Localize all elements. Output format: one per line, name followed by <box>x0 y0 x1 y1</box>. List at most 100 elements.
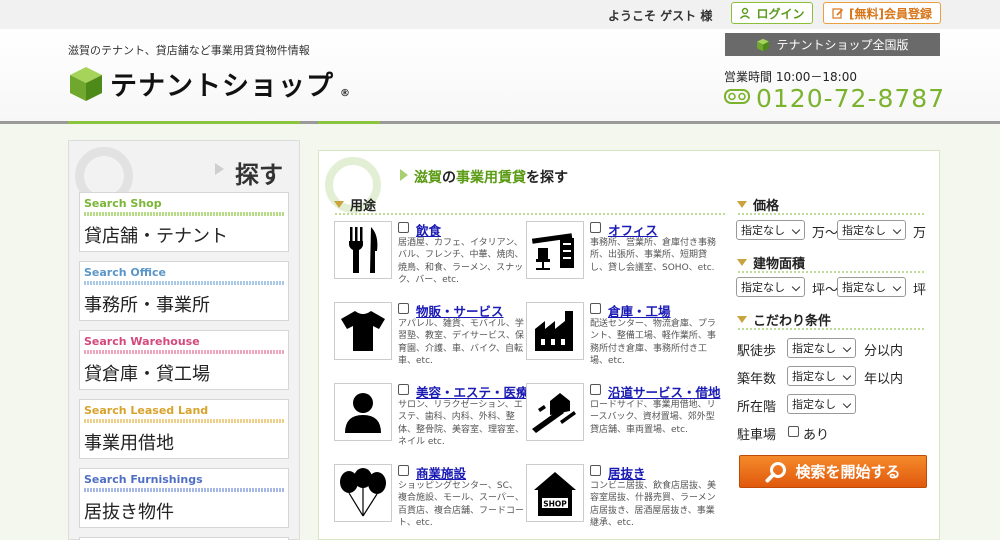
parking-checkbox[interactable] <box>788 426 799 437</box>
search-button-label: 検索を開始する <box>795 463 901 481</box>
category-en: Search Warehouse <box>84 335 200 348</box>
use-checkbox[interactable] <box>590 384 601 395</box>
national-site-button[interactable]: テナントショップ全国版 <box>725 33 940 56</box>
use-option-retail[interactable]: 物販・サービス アパレル、雑貨、モバイル、学習塾、教室、デイサービス、保育園、介… <box>334 302 524 376</box>
category-warehouse[interactable]: Search Warehouse 貸倉庫・貸工場 <box>79 330 289 390</box>
use-checkbox[interactable] <box>398 465 409 476</box>
floor-label: 所在階 <box>737 400 777 415</box>
cube-logo-icon <box>70 66 102 101</box>
business-hours: 営業時間 10:00－18:00 <box>724 70 857 84</box>
category-ja: 事業用借地 <box>84 433 174 454</box>
national-site-label: テナントショップ全国版 <box>776 38 909 52</box>
tshirt-icon <box>334 302 392 360</box>
category-furnishings[interactable]: Search Furnishings 居抜き物件 <box>79 468 289 528</box>
use-option-roadside[interactable]: 沿道サービス・借地 ロードサイド、事業用借地、リースバック、資材置場、郊外型貸店… <box>526 383 721 457</box>
use-option-commercial[interactable]: 商業施設 ショッピングセンター、SC、複合施設、モール、スーパー、百貨店、複合店… <box>334 464 524 538</box>
category-stripe <box>84 419 284 423</box>
phone-text: 0120-72-8787 <box>756 84 946 113</box>
age-label: 築年数 <box>737 372 777 387</box>
floor-select[interactable]: 指定なし <box>787 394 856 414</box>
login-label: ログイン <box>756 6 805 21</box>
phone-number[interactable]: 0120-72-8787 <box>724 84 945 113</box>
use-option-furnished[interactable]: SHOP 居抜き コンビニ居抜、飲食店居抜、美容室居抜、什器売買、ラーメン店居抜… <box>526 464 716 538</box>
chevron-down-icon <box>892 282 902 292</box>
age-unit: 年以内 <box>864 372 904 387</box>
register-button[interactable]: [無料]会員登録 <box>823 2 941 24</box>
category-shop[interactable]: Search Shop 貸店舗・テナント <box>79 192 289 252</box>
chevron-down-icon <box>892 225 902 235</box>
svg-text:SHOP: SHOP <box>543 500 567 509</box>
balloons-icon <box>334 464 392 522</box>
area-separator: 坪～ <box>812 283 839 298</box>
parking-label: 駐車場 <box>737 428 777 443</box>
use-option-warehouse[interactable]: 倉庫・工場 配送センター、物流倉庫、プラント、整備工場、軽作業所、事務所付き倉庫… <box>526 302 716 376</box>
category-leased-land[interactable]: Search Leased Land 事業用借地 <box>79 399 289 459</box>
use-description: 居酒屋、カフェ、イタリアン、バル、フレンチ、中華、焼肉、焼鳥、和食、ラーメン、ス… <box>398 238 524 285</box>
use-description: コンビニ居抜、飲食店居抜、美容室居抜、什器売買、ラーメン店居抜き、居酒屋居抜き、… <box>590 481 717 528</box>
search-button[interactable]: 検索を開始する <box>739 455 927 488</box>
title-highlight: 事業用賃貸 <box>456 170 526 186</box>
sidebar-header: 探す <box>69 141 299 205</box>
chevron-down-icon <box>842 343 852 353</box>
site-tagline: 滋賀のテナント、貸店舗など事業用賃貸物件情報 <box>68 44 310 57</box>
triangle-icon <box>334 201 344 208</box>
category-stripe <box>84 488 284 492</box>
use-description: 配送センター、物流倉庫、プラント、整備工場、軽作業所、事務所付き倉庫、事務所付き… <box>590 319 716 366</box>
office-desk-icon <box>526 221 584 279</box>
area-to-select[interactable]: 指定なし <box>837 277 906 297</box>
use-option-beauty-medical[interactable]: 美容・エステ・医療 サロン、リラクゼーション、エステ、歯科、内科、外科、整体、整… <box>334 383 529 457</box>
divider <box>334 212 727 216</box>
welcome-text: ようこそ ゲスト 様 <box>608 9 713 23</box>
age-select[interactable]: 指定なし <box>787 366 856 386</box>
fork-knife-icon <box>334 221 392 279</box>
use-checkbox[interactable] <box>590 222 601 233</box>
divider <box>737 327 925 331</box>
person-icon <box>334 383 392 441</box>
divider <box>737 270 925 274</box>
area-from-select[interactable]: 指定なし <box>736 277 805 297</box>
use-checkbox[interactable] <box>398 303 409 314</box>
price-to-select[interactable]: 指定なし <box>837 220 906 240</box>
category-ja: 居抜き物件 <box>84 502 174 523</box>
use-description: ロードサイド、事業用借地、リースバック、資材置場、郊外型貸店舗、車両置場、etc… <box>590 400 716 435</box>
title-region: 滋賀 <box>414 170 442 186</box>
area-unit: 坪 <box>913 283 927 298</box>
category-ja: 貸倉庫・貸工場 <box>84 364 210 385</box>
factory-icon <box>526 302 584 360</box>
use-option-office[interactable]: オフィス 事務所、営業所、倉庫付き事務所、出張所、事業所、短期貸し、貸し会議室、… <box>526 221 716 295</box>
select-value: 指定なし <box>792 370 836 383</box>
use-option-restaurant[interactable]: 飲食 居酒屋、カフェ、イタリアン、バル、フレンチ、中華、焼肉、焼鳥、和食、ラーメ… <box>334 221 524 295</box>
arrow-icon <box>215 163 224 175</box>
use-description: 事務所、営業所、倉庫付き事務所、出張所、事業所、短期貸し、貸し会議室、SOHO、… <box>590 238 717 273</box>
category-en: Search Furnishings <box>84 473 203 486</box>
price-from-select[interactable]: 指定なし <box>736 220 805 240</box>
use-checkbox[interactable] <box>590 465 601 476</box>
category-stripe <box>84 281 284 285</box>
site-logo[interactable]: テナントショップ ® <box>68 64 350 103</box>
category-en: Search Leased Land <box>84 404 209 417</box>
walk-select[interactable]: 指定なし <box>787 338 856 358</box>
top-bar: ようこそ ゲスト 様 ログイン [無料]会員登録 <box>0 0 1000 29</box>
category-office[interactable]: Search Office 事務所・事業所 <box>79 261 289 321</box>
category-en: Search Shop <box>84 197 162 210</box>
cube-icon <box>757 38 770 51</box>
search-icon <box>765 461 787 482</box>
site-header: 滋賀のテナント、貸店舗など事業用賃貸物件情報 テナントショップ ® テナントショ… <box>0 29 1000 123</box>
select-value: 指定なし <box>792 342 836 355</box>
sidebar-heading: 探す <box>235 161 283 189</box>
chevron-down-icon <box>791 282 801 292</box>
price-unit: 万 <box>913 226 927 241</box>
category-en: Search Office <box>84 266 167 279</box>
use-checkbox[interactable] <box>590 303 601 314</box>
title-suffix: を探す <box>526 170 568 186</box>
walk-label: 駅徒歩 <box>737 344 777 359</box>
select-value: 指定なし <box>741 281 785 294</box>
main-title: 滋賀の事業用賃貸を探す <box>414 167 568 187</box>
use-description: アパレル、雑貨、モバイル、学習塾、教室、デイサービス、保育園、介護、車、バイク、… <box>398 319 525 366</box>
login-button[interactable]: ログイン <box>731 2 813 24</box>
use-checkbox[interactable] <box>398 384 409 395</box>
arrow-icon <box>400 169 408 181</box>
use-checkbox[interactable] <box>398 222 409 233</box>
parking-option[interactable]: あり <box>803 424 829 443</box>
chevron-down-icon <box>842 371 852 381</box>
